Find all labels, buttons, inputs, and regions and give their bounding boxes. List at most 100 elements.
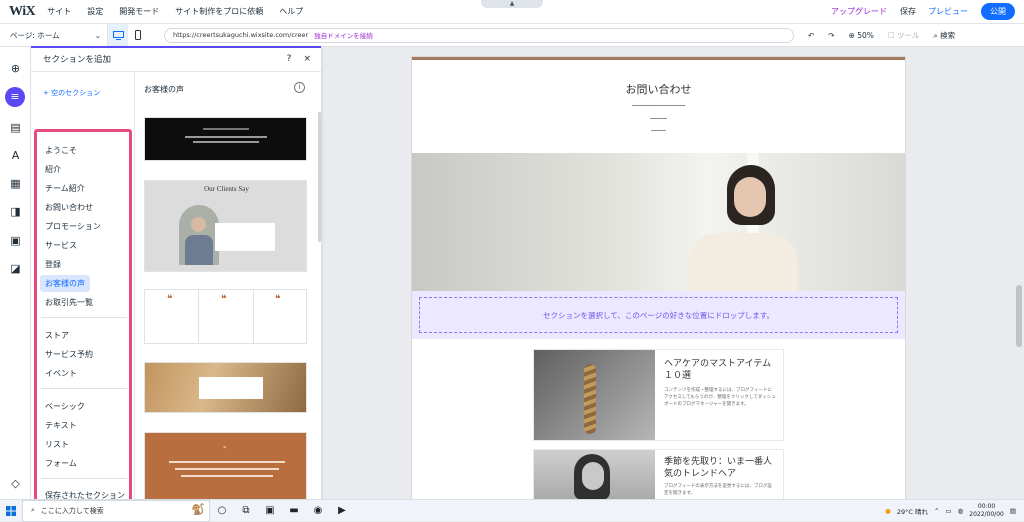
search-icon: ⌕	[31, 506, 35, 514]
wix-logo[interactable]: WiX	[9, 4, 36, 20]
info-icon[interactable]: i	[294, 82, 305, 93]
volume-icon[interactable]: ◍	[958, 507, 964, 515]
search-button[interactable]: ⌕ 検索	[934, 30, 956, 41]
upgrade-link[interactable]: アップグレード	[831, 6, 887, 17]
menu-settings[interactable]: 設定	[87, 6, 103, 17]
category-item[interactable]: ストア	[45, 330, 69, 341]
taskbar-search[interactable]: ⌕ ここに入力して検索 🐒	[22, 499, 210, 522]
section-thumbnail-clients[interactable]: Our Clients Say	[144, 180, 307, 272]
blog-card-title[interactable]: ヘアケアのマストアイテム１０選	[664, 358, 776, 382]
blank-section-link[interactable]: + 空のセクション	[43, 88, 100, 98]
editor-toolbar: ページ: ホーム ⌄ https://creertsukaguchi.wixsi…	[0, 23, 1024, 47]
thumb-face	[191, 217, 206, 232]
menu-dev-mode[interactable]: 開発モード	[119, 6, 159, 17]
category-item[interactable]: フォーム	[45, 458, 77, 469]
contact-address-line: ━━━━━━━━━━━━━━━━━━━━━━	[632, 103, 685, 108]
category-item[interactable]: チーム紹介	[45, 183, 85, 194]
portrait-face	[582, 462, 604, 490]
menu-site[interactable]: サイト	[47, 6, 71, 17]
thumb-text-line	[175, 468, 279, 470]
photos-app-icon[interactable]: ▣	[258, 505, 282, 516]
category-item[interactable]: イベント	[45, 368, 77, 379]
menu-help[interactable]: ヘルプ	[279, 6, 303, 17]
windows-start-icon[interactable]	[0, 500, 22, 522]
panel-scrollbar[interactable]	[318, 112, 321, 242]
help-icon[interactable]: ?	[287, 54, 292, 64]
category-item[interactable]: ようこそ	[45, 145, 77, 156]
portfolio-icon[interactable]: ◪	[9, 262, 22, 275]
save-button[interactable]: 保存	[900, 6, 916, 17]
canvas-scrollbar[interactable]	[1014, 47, 1024, 499]
scrollbar-thumb[interactable]	[1016, 285, 1022, 347]
layers-icon[interactable]: ◇	[9, 477, 22, 490]
weather-text[interactable]: 29°C 晴れ	[897, 506, 928, 516]
drop-zone[interactable]: セクションを選択して、このページの好きな位置にドロップします。	[412, 291, 905, 339]
contact-heading[interactable]: お問い合わせ	[412, 81, 905, 97]
notification-area-icon[interactable]: ⌃	[934, 507, 939, 515]
left-tool-rail: ⊕ ≡ ▤ A ▦ ◨ ▣ ◪ ◇	[0, 47, 31, 499]
apps-icon[interactable]: ▦	[9, 177, 22, 190]
blog-card[interactable]: ヘアケアのマストアイテム１０選 コンテンツを作成・整理するには、ブログフィードに…	[533, 349, 784, 441]
preview-button[interactable]: プレビュー	[928, 6, 968, 17]
site-url-bar[interactable]: https://creertsukaguchi.wixsite.com/cree…	[164, 27, 794, 43]
zoom-control[interactable]: ⊕ 50%	[849, 31, 874, 40]
clock[interactable]: 00:00 2022/00/00	[969, 503, 1004, 519]
windows-taskbar: ⌕ ここに入力して検索 🐒 ○ ⧉ ▣ ▬ ◉ ▶ ● 29°C 晴れ ⌃ ▭ …	[0, 499, 1024, 522]
notifications-icon[interactable]: ▤	[1010, 507, 1016, 515]
hero-image[interactable]	[412, 153, 905, 291]
page-dropdown[interactable]: ページ: ホーム ⌄	[0, 24, 108, 46]
category-item[interactable]: ベーシック	[45, 401, 85, 412]
collapse-toolbar-handle[interactable]: ▲	[481, 0, 543, 8]
blog-card-title[interactable]: 季節を先取り：いま一番人気のトレンドヘア	[664, 456, 776, 480]
cortana-icon[interactable]: ○	[210, 505, 234, 516]
blog-card[interactable]: 季節を先取り：いま一番人気のトレンドヘア ブログフィードの表示方法を変更するには…	[533, 449, 784, 499]
system-tray: ● 29°C 晴れ ⌃ ▭ ◍ 00:00 2022/00/00 ▤	[885, 503, 1024, 519]
category-item[interactable]: サービス予約	[45, 349, 93, 360]
menu-hire-pro[interactable]: サイト制作をプロに依頼	[175, 6, 263, 17]
redo-icon[interactable]: ↷	[828, 31, 834, 40]
blog-card-image[interactable]	[534, 450, 655, 499]
category-item[interactable]: サービス	[45, 240, 77, 251]
media-app-icon[interactable]: ▶	[330, 505, 354, 516]
thumb-col-divider	[253, 290, 254, 343]
network-icon[interactable]: ▭	[945, 507, 951, 515]
add-elements-icon[interactable]: ⊕	[9, 62, 22, 75]
category-item[interactable]: プロモーション	[45, 221, 101, 232]
drop-target[interactable]: セクションを選択して、このページの好きな位置にドロップします。	[419, 297, 898, 333]
zoom-level: 50%	[857, 30, 874, 40]
panel-header: セクションを追加 ? ×	[31, 47, 321, 72]
panel-accent-bar	[31, 46, 321, 48]
task-view-icon[interactable]: ⧉	[234, 505, 258, 516]
connect-domain-link[interactable]: 独自ドメインを接続	[314, 30, 373, 40]
add-section-icon[interactable]: ≡	[5, 87, 25, 107]
category-item[interactable]: お問い合わせ	[45, 202, 93, 213]
section-thumbnail-photo[interactable]	[144, 362, 307, 413]
quote-icon: ❝	[275, 294, 281, 305]
publish-button[interactable]: 公開	[981, 3, 1015, 20]
section-thumbnail-dark[interactable]	[144, 117, 307, 161]
close-icon[interactable]: ×	[303, 54, 311, 64]
category-item-selected[interactable]: お客様の声	[40, 275, 90, 292]
category-item[interactable]: お取引先一覧	[45, 297, 93, 308]
category-item[interactable]: リスト	[45, 439, 69, 450]
media-icon[interactable]: ▣	[9, 234, 22, 247]
section-thumbnail-three-col[interactable]: ❝ ❝ ❝	[144, 289, 307, 344]
chrome-icon[interactable]: ◉	[306, 505, 330, 516]
blog-card-image[interactable]	[534, 350, 655, 440]
mobile-view-icon[interactable]	[128, 24, 148, 47]
drop-zone-text: セクションを選択して、このページの好きな位置にドロップします。	[543, 310, 774, 320]
pages-icon[interactable]: ▤	[9, 121, 22, 134]
site-url: https://creertsukaguchi.wixsite.com/cree…	[173, 31, 309, 39]
undo-icon[interactable]: ↶	[808, 31, 814, 40]
quote-icon: ❝	[167, 294, 173, 305]
file-explorer-icon[interactable]: ▬	[282, 505, 306, 516]
desktop-view-icon[interactable]	[108, 23, 128, 47]
business-icon[interactable]: ◨	[9, 205, 22, 218]
category-item[interactable]: 登録	[45, 259, 61, 270]
category-item[interactable]: 紹介	[45, 164, 61, 175]
tools-button[interactable]: ☐ ツール	[888, 30, 920, 41]
taskbar-search-placeholder: ここに入力して検索	[40, 506, 104, 515]
thumb-text-line	[193, 141, 259, 143]
category-item[interactable]: テキスト	[45, 420, 77, 431]
design-icon[interactable]: A	[9, 149, 22, 162]
